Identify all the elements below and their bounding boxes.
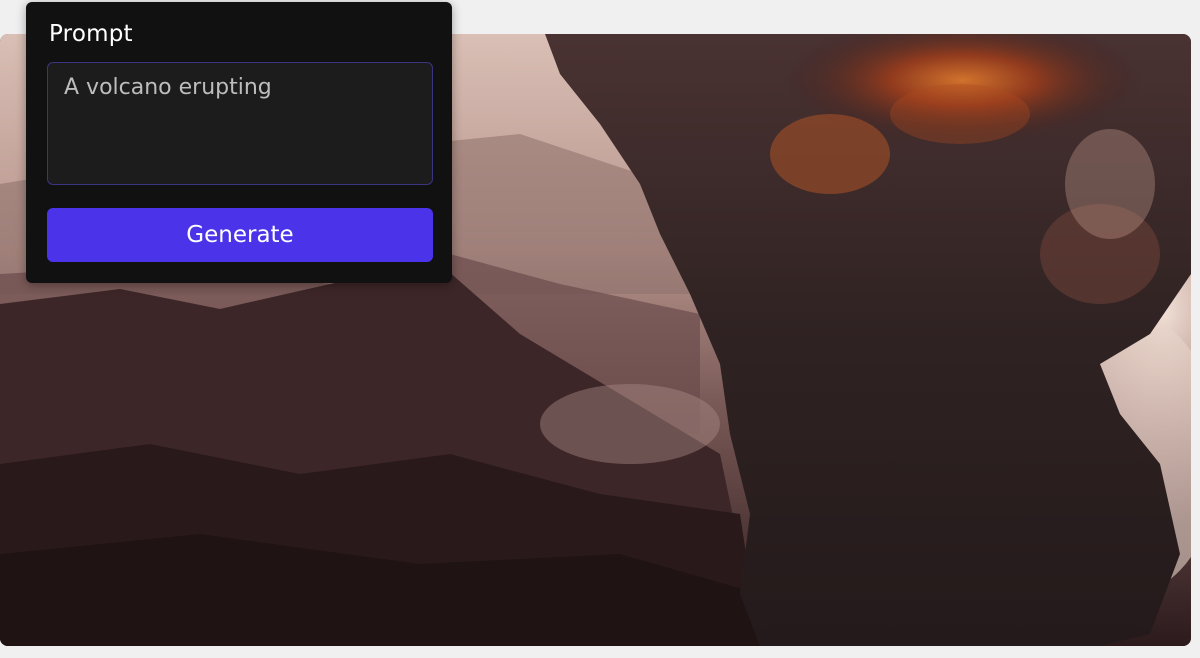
generate-button[interactable]: Generate [47, 208, 433, 262]
prompt-panel: Prompt A volcano erupting Generate [26, 2, 452, 283]
prompt-input[interactable]: A volcano erupting [47, 62, 433, 185]
prompt-label: Prompt [49, 21, 133, 47]
app-stage: Prompt A volcano erupting Generate [0, 0, 1200, 658]
